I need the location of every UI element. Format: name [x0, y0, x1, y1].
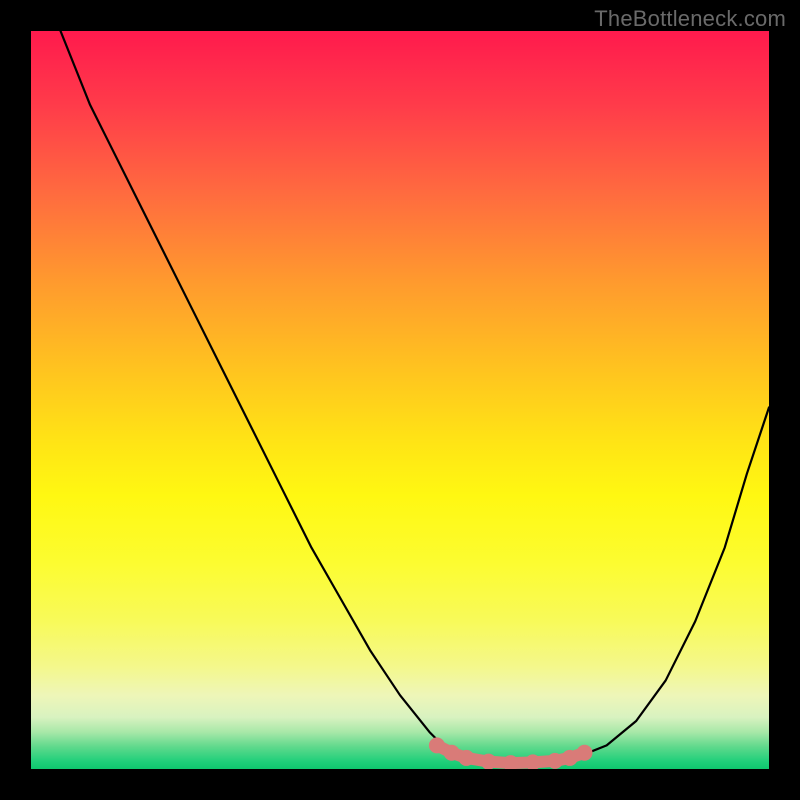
watermark-text: TheBottleneck.com — [594, 6, 786, 32]
chart-frame: TheBottleneck.com — [0, 0, 800, 800]
plot-area — [31, 31, 769, 769]
